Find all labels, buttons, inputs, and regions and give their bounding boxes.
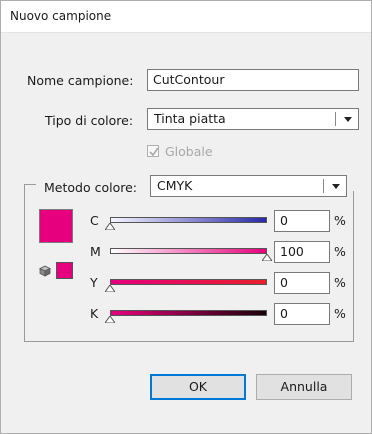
checkmark-icon [149, 147, 159, 157]
swatch-name-label: Nome campione: [27, 73, 134, 88]
color-mode-select[interactable]: CMYK [150, 175, 347, 197]
new-swatch-dialog: Nuovo campione Nome campione: CutContour… [0, 0, 372, 434]
yellow-slider-thumb[interactable] [105, 285, 115, 292]
color-preview-swatch [39, 209, 73, 243]
ok-button[interactable]: OK [150, 374, 246, 400]
yellow-slider-track[interactable] [110, 279, 267, 285]
cancel-button[interactable]: Annulla [256, 374, 352, 400]
black-slider-thumb[interactable] [105, 316, 115, 323]
color-type-label: Tipo di colore: [45, 113, 134, 128]
black-percent-label: % [334, 306, 346, 321]
magenta-percent-label: % [334, 244, 346, 259]
black-slider-track[interactable] [110, 310, 267, 316]
color-mode-value: CMYK [157, 178, 193, 193]
channel-label-y: Y [90, 275, 98, 290]
color-type-select[interactable]: Tinta piatta [147, 108, 359, 130]
cyan-percent-label: % [334, 213, 346, 228]
chevron-down-icon [332, 184, 340, 189]
yellow-value-input[interactable]: 0 [274, 272, 330, 294]
channel-label-c: C [90, 213, 99, 228]
color-type-value: Tinta piatta [154, 111, 226, 126]
channel-label-k: K [90, 306, 99, 321]
yellow-percent-label: % [334, 275, 346, 290]
global-checkbox-label: Globale [165, 144, 213, 159]
magenta-value-input[interactable]: 100 [274, 241, 330, 263]
cyan-slider-thumb[interactable] [105, 223, 115, 230]
title-bar: Nuovo campione [1, 1, 371, 33]
out-of-gamut-cube-icon[interactable] [39, 265, 51, 277]
chevron-down-icon [344, 117, 352, 122]
swatch-name-input[interactable]: CutContour [147, 69, 359, 91]
web-safe-color-swatch[interactable] [56, 262, 73, 279]
cyan-value-input[interactable]: 0 [274, 210, 330, 232]
dropdown-separator [323, 179, 324, 193]
dropdown-separator [335, 112, 336, 126]
checkbox-box [147, 145, 159, 157]
black-value-input[interactable]: 0 [274, 303, 330, 325]
cyan-slider-track[interactable] [110, 217, 267, 223]
color-mode-label: Metodo colore: [44, 180, 137, 195]
channel-label-m: M [90, 244, 101, 259]
window-title: Nuovo campione [10, 9, 112, 23]
magenta-slider-thumb[interactable] [262, 254, 272, 261]
magenta-slider-track[interactable] [110, 248, 267, 254]
